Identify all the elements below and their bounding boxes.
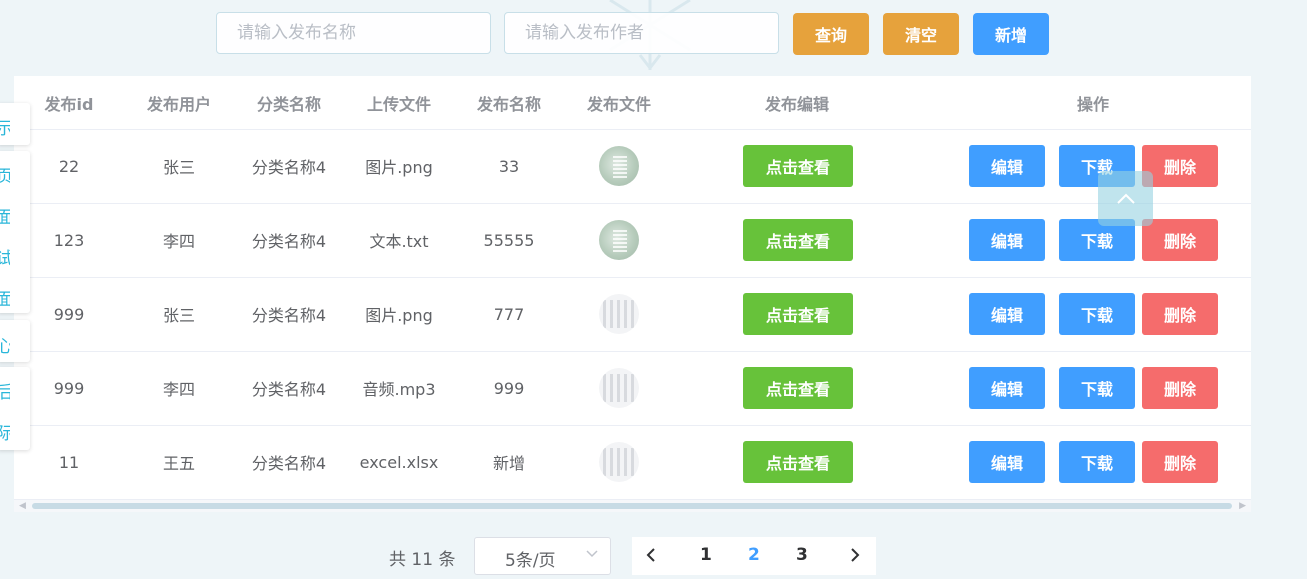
side-menu-label[interactable]: 试 — [0, 244, 10, 269]
side-menu-label[interactable]: 际 — [0, 419, 10, 444]
cell-upload-file: 图片.png — [365, 306, 433, 325]
cell-upload-file: 文本.txt — [369, 232, 429, 251]
cell-category: 分类名称4 — [251, 454, 327, 473]
view-button[interactable]: 点击查看 — [743, 367, 853, 409]
view-button[interactable]: 点击查看 — [743, 441, 853, 483]
page-1[interactable]: 1 — [700, 545, 712, 565]
side-menu-label[interactable]: 示 — [0, 114, 10, 139]
download-button[interactable]: 下载 — [1059, 367, 1135, 409]
scroll-left-icon[interactable]: ◀ — [19, 501, 26, 511]
scrollbar-thumb[interactable] — [32, 503, 1232, 509]
table-row: 999 李四 分类名称4 音频.mp3 999 点击查看 编辑 下载 删除 — [14, 351, 1251, 426]
cell-publish-file — [564, 277, 674, 351]
edit-button[interactable]: 编辑 — [969, 367, 1045, 409]
header-publish-file: 发布文件 — [586, 94, 651, 114]
query-button[interactable]: 查询 — [793, 13, 869, 55]
page-3[interactable]: 3 — [796, 545, 808, 565]
cell-publish-file — [564, 129, 674, 203]
search-author-input[interactable] — [504, 12, 779, 54]
header-category: 分类名称 — [256, 94, 321, 114]
cell-publish-name: 55555 — [483, 230, 535, 250]
side-menu-label[interactable]: 页 — [0, 162, 10, 187]
search-name-input[interactable] — [216, 12, 491, 54]
cell-publish-name: 777 — [493, 304, 525, 324]
header-user: 发布用户 — [146, 94, 211, 114]
file-thumbnail[interactable] — [599, 220, 639, 260]
delete-button[interactable]: 删除 — [1142, 293, 1218, 335]
edit-button[interactable]: 编辑 — [969, 441, 1045, 483]
cell-publish-file — [564, 203, 674, 277]
view-button[interactable]: 点击查看 — [743, 219, 853, 261]
view-button[interactable]: 点击查看 — [743, 293, 853, 335]
delete-button[interactable]: 删除 — [1142, 145, 1218, 187]
clear-button[interactable]: 清空 — [883, 13, 959, 55]
cell-id: 999 — [53, 378, 85, 398]
table-row: 22 张三 分类名称4 图片.png 33 点击查看 编辑 下载 删除 — [14, 129, 1251, 204]
cell-publish-name: 999 — [493, 378, 525, 398]
cell-id: 11 — [58, 452, 80, 472]
cell-category: 分类名称4 — [251, 380, 327, 399]
cell-category: 分类名称4 — [251, 232, 327, 251]
cell-user: 张三 — [162, 158, 195, 177]
cell-user: 李四 — [162, 232, 195, 251]
download-button[interactable]: 下载 — [1059, 293, 1135, 335]
cell-publish-file — [564, 425, 674, 499]
view-button[interactable]: 点击查看 — [743, 145, 853, 187]
page-size-select[interactable]: 5条/页 — [474, 537, 611, 575]
cell-id: 999 — [53, 304, 85, 324]
cell-id: 22 — [58, 156, 80, 176]
cell-user: 李四 — [162, 380, 195, 399]
chevron-right-icon[interactable] — [850, 548, 860, 562]
cell-id: 123 — [53, 230, 85, 250]
edit-button[interactable]: 编辑 — [969, 145, 1045, 187]
side-menu-label[interactable]: 面 — [0, 285, 10, 310]
delete-button[interactable]: 删除 — [1142, 367, 1218, 409]
cell-user: 王五 — [162, 454, 195, 473]
cell-category: 分类名称4 — [251, 306, 327, 325]
delete-button[interactable]: 删除 — [1142, 219, 1218, 261]
header-publish-edit: 发布编辑 — [764, 94, 829, 114]
cell-publish-file — [564, 351, 674, 425]
scroll-right-icon[interactable]: ▶ — [1239, 501, 1246, 511]
cell-upload-file: 图片.png — [365, 158, 433, 177]
header-upload-file: 上传文件 — [366, 94, 431, 114]
table-row: 11 王五 分类名称4 excel.xlsx 新增 点击查看 编辑 下载 删除 — [14, 425, 1251, 500]
back-to-top-button[interactable] — [1098, 171, 1153, 226]
table-row: 999 张三 分类名称4 图片.png 777 点击查看 编辑 下载 删除 — [14, 277, 1251, 352]
side-menu-label[interactable]: 面 — [0, 203, 10, 228]
header-actions: 操作 — [1076, 94, 1109, 114]
header-publish-name: 发布名称 — [476, 94, 541, 114]
cell-publish-name: 新增 — [492, 454, 525, 473]
header-id: 发布id — [44, 94, 94, 114]
file-thumbnail[interactable] — [599, 146, 639, 186]
file-thumbnail[interactable] — [599, 294, 639, 334]
publish-table: 发布id 发布用户 分类名称 上传文件 发布名称 发布文件 发布编辑 操作 22… — [14, 76, 1251, 512]
page-size-value: 5条/页 — [505, 551, 556, 571]
page-2[interactable]: 2 — [748, 545, 760, 565]
table-row: 123 李四 分类名称4 文本.txt 55555 点击查看 编辑 下载 删除 — [14, 203, 1251, 278]
chevron-up-icon — [1116, 193, 1135, 204]
table-header: 发布id 发布用户 分类名称 上传文件 发布名称 发布文件 发布编辑 操作 — [14, 76, 1251, 130]
cell-publish-name: 33 — [498, 156, 520, 176]
download-button[interactable]: 下载 — [1059, 441, 1135, 483]
file-thumbnail[interactable] — [599, 442, 639, 482]
edit-button[interactable]: 编辑 — [969, 219, 1045, 261]
cell-upload-file: 音频.mp3 — [362, 380, 436, 399]
pagination: 1 2 3 — [632, 537, 876, 575]
edit-button[interactable]: 编辑 — [969, 293, 1045, 335]
chevron-left-icon[interactable] — [646, 548, 656, 562]
pagination-total: 共 11 条 — [389, 550, 456, 570]
delete-button[interactable]: 删除 — [1142, 441, 1218, 483]
cell-upload-file: excel.xlsx — [359, 452, 439, 472]
chevron-down-icon — [586, 550, 598, 558]
side-menu-label[interactable]: 心 — [0, 332, 10, 357]
cell-user: 张三 — [162, 306, 195, 325]
add-button[interactable]: 新增 — [973, 13, 1049, 55]
side-menu-label[interactable]: 后 — [0, 378, 10, 403]
table-horizontal-scrollbar[interactable]: ◀ ▶ — [14, 500, 1251, 512]
file-thumbnail[interactable] — [599, 368, 639, 408]
cell-category: 分类名称4 — [251, 158, 327, 177]
